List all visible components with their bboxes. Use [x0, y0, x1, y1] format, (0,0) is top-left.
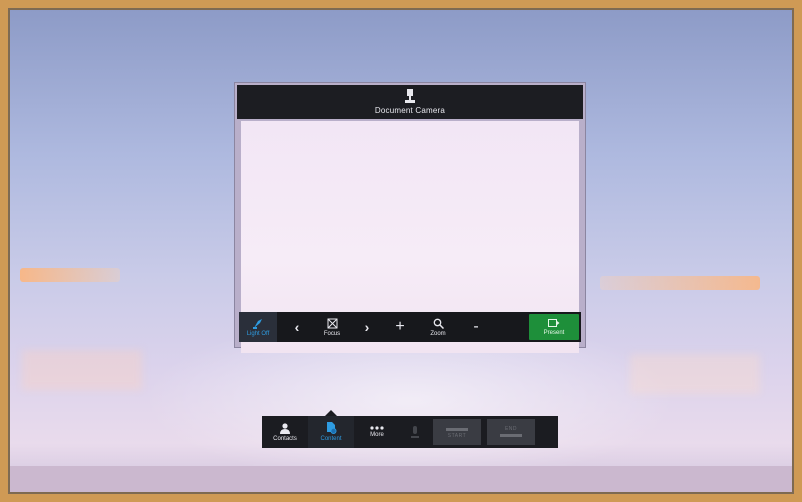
- contacts-button[interactable]: Contacts: [262, 416, 308, 448]
- focus-next-button[interactable]: ›: [355, 312, 379, 342]
- content-share-icon: [326, 422, 336, 434]
- content-button[interactable]: Content: [308, 410, 354, 448]
- glare-reflection: [22, 350, 142, 390]
- glare-reflection: [20, 268, 120, 282]
- magnifier-icon: [433, 318, 444, 329]
- end-label: END: [504, 425, 518, 432]
- document-camera-header: Document Camera: [237, 85, 583, 119]
- zoom-button[interactable]: Zoom: [415, 312, 461, 342]
- glare-reflection: [630, 354, 760, 394]
- person-icon: [280, 422, 290, 434]
- focus-prev-button[interactable]: ‹: [285, 312, 309, 342]
- present-label: Present: [543, 329, 565, 336]
- more-label: More: [370, 432, 384, 438]
- document-camera-toolbar: Light Off ‹ Focus › + Zoom - Present: [239, 312, 581, 342]
- start-bar-icon: [446, 427, 468, 431]
- document-camera-window: Document Camera Light Off ‹ Focus › + Zo…: [234, 82, 586, 353]
- focus-button[interactable]: Focus: [309, 312, 355, 342]
- ellipsis-icon: [370, 426, 384, 430]
- start-button[interactable]: START: [433, 419, 481, 445]
- light-toggle-button[interactable]: Light Off: [239, 312, 277, 342]
- document-camera-title: Document Camera: [374, 106, 446, 115]
- end-bar-icon: [500, 433, 522, 437]
- focus-icon: [327, 318, 337, 328]
- more-button[interactable]: More: [354, 416, 400, 448]
- light-toggle-label: Light Off: [246, 330, 270, 337]
- zoom-in-button[interactable]: +: [385, 312, 415, 342]
- content-label: Content: [320, 436, 342, 442]
- contacts-label: Contacts: [273, 435, 297, 442]
- microphone-button[interactable]: [400, 416, 430, 448]
- screen-bottom-edge: [10, 466, 792, 492]
- present-button[interactable]: Present: [529, 314, 579, 340]
- microphone-icon: [411, 426, 419, 438]
- glare-reflection: [600, 276, 760, 290]
- zoom-label: Zoom: [430, 330, 446, 337]
- document-camera-icon: [405, 89, 415, 103]
- lamp-icon: [253, 318, 262, 329]
- focus-label: Focus: [323, 330, 341, 337]
- present-icon: [548, 318, 560, 327]
- end-button[interactable]: END: [487, 419, 535, 445]
- zoom-out-button[interactable]: -: [461, 312, 491, 342]
- start-label: START: [447, 432, 467, 439]
- bottom-dock: Contacts Content More START END: [262, 410, 558, 448]
